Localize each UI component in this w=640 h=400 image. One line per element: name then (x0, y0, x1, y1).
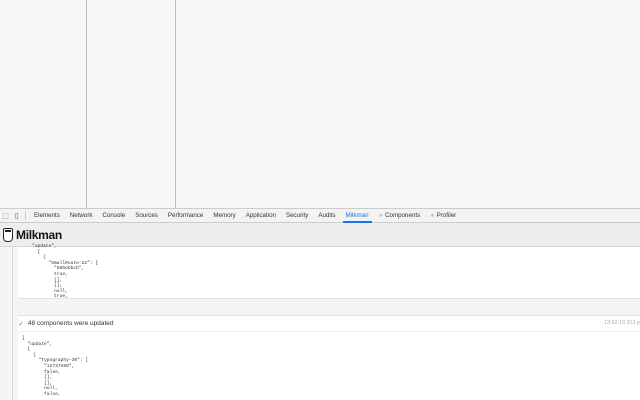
tab-sources[interactable]: Sources (130, 209, 163, 222)
log-entry-header[interactable]: ✓ 48 components were updated 13:52:13.31… (18, 316, 640, 332)
tab-memory[interactable]: Memory (208, 209, 240, 222)
page-viewport (0, 0, 640, 208)
react-icon: ⚛ (378, 213, 384, 219)
json-payload: [ "update", [ { "Typography-30": [ "1273… (22, 336, 89, 397)
browser-window: ⬚ ▯ Elements Network Console Sources Per… (0, 0, 640, 400)
devtools-tab-bar: ⬚ ▯ Elements Network Console Sources Per… (0, 208, 640, 223)
json-payload: "update", [ { "SmallRoute-22": [ "98bebb… (32, 244, 99, 300)
tab-components[interactable]: ⚛ Components (374, 209, 426, 222)
log-entry[interactable]: ✓ 48 components were updated 13:52:13.31… (18, 315, 640, 400)
app-title: Milkman (16, 227, 62, 242)
react-icon: ⚛ (430, 213, 435, 219)
inspect-element-icon[interactable]: ⬚ (0, 209, 11, 222)
tab-profiler[interactable]: ⚛ Profiler (425, 209, 461, 222)
tab-elements[interactable]: Elements (29, 209, 65, 222)
tab-console[interactable]: Console (98, 209, 131, 222)
tab-components-label: Components (385, 212, 421, 219)
tab-performance[interactable]: Performance (163, 209, 208, 222)
log-entry-details: "update", [ { "SmallRoute-22": [ "98bebb… (18, 244, 640, 300)
tab-profiler-label: Profiler (436, 212, 457, 219)
tab-security[interactable]: Security (281, 209, 313, 222)
log-entry-message: 48 components were updated (27, 320, 114, 327)
log-entry-timestamp: 13:52:13.313 p (604, 320, 640, 326)
tab-divider (25, 211, 26, 220)
check-icon: ✓ (18, 320, 24, 328)
device-toolbar-icon[interactable]: ▯ (11, 209, 22, 222)
tab-network[interactable]: Network (65, 209, 98, 222)
update-log[interactable]: "update", [ { "SmallRoute-22": [ "98bebb… (0, 244, 640, 400)
tab-audits[interactable]: Audits (313, 209, 340, 222)
tab-milkman[interactable]: Milkman (341, 209, 374, 223)
milk-bottle-icon (3, 227, 13, 242)
layout-guide-line (86, 0, 87, 208)
timeline-line (12, 247, 13, 400)
layout-guide-line (175, 0, 176, 208)
tab-application[interactable]: Application (241, 209, 281, 222)
